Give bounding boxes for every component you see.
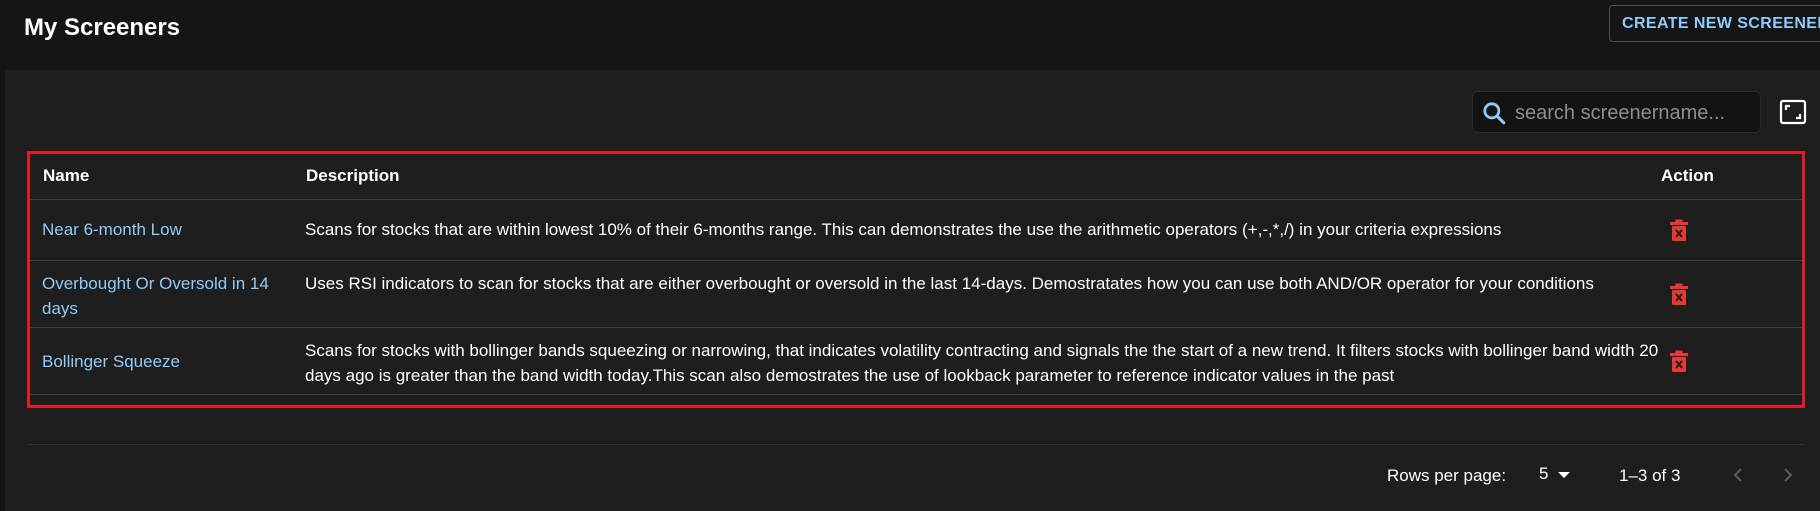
row-divider <box>30 394 1802 395</box>
rows-per-page-select[interactable]: 5 <box>1539 464 1548 484</box>
delete-icon[interactable] <box>1670 219 1688 241</box>
row-divider <box>30 327 1802 328</box>
chevron-left-icon[interactable] <box>1730 463 1746 487</box>
screeners-table: Name Description Action Near 6-month Low… <box>27 151 1805 408</box>
row-divider <box>30 260 1802 261</box>
table-footer-divider <box>27 444 1805 445</box>
left-edge <box>0 70 5 511</box>
search-input[interactable] <box>1513 98 1752 128</box>
screener-name-link[interactable]: Overbought Or Oversold in 14 days <box>42 271 282 321</box>
screener-description: Uses RSI indicators to scan for stocks t… <box>305 274 1594 293</box>
column-header-action: Action <box>1661 166 1714 185</box>
chevron-right-icon[interactable] <box>1780 463 1796 487</box>
screener-description: Scans for stocks with bollinger bands sq… <box>305 341 1659 385</box>
page-title: My Screeners <box>24 14 181 41</box>
screener-name-link[interactable]: Near 6-month Low <box>42 217 282 242</box>
pagination-range: 1–3 of 3 <box>1619 466 1681 485</box>
rows-per-page-label: Rows per page: <box>1387 466 1507 485</box>
page-header: My Screeners CREATE NEW SCREENER <box>0 0 1820 70</box>
caret-down-icon[interactable] <box>1557 470 1571 480</box>
search-box[interactable] <box>1472 91 1761 133</box>
delete-icon[interactable] <box>1670 350 1688 372</box>
screener-name-link[interactable]: Bollinger Squeeze <box>42 349 282 374</box>
column-header-name[interactable]: Name <box>43 166 89 186</box>
fullscreen-icon[interactable] <box>1779 99 1807 125</box>
delete-icon[interactable] <box>1670 283 1688 305</box>
create-new-screener-button[interactable]: CREATE NEW SCREENER <box>1609 5 1820 42</box>
row-divider <box>30 199 1802 200</box>
search-icon <box>1483 102 1506 125</box>
column-header-description[interactable]: Description <box>306 166 400 186</box>
screener-description: Scans for stocks that are within lowest … <box>305 220 1502 239</box>
